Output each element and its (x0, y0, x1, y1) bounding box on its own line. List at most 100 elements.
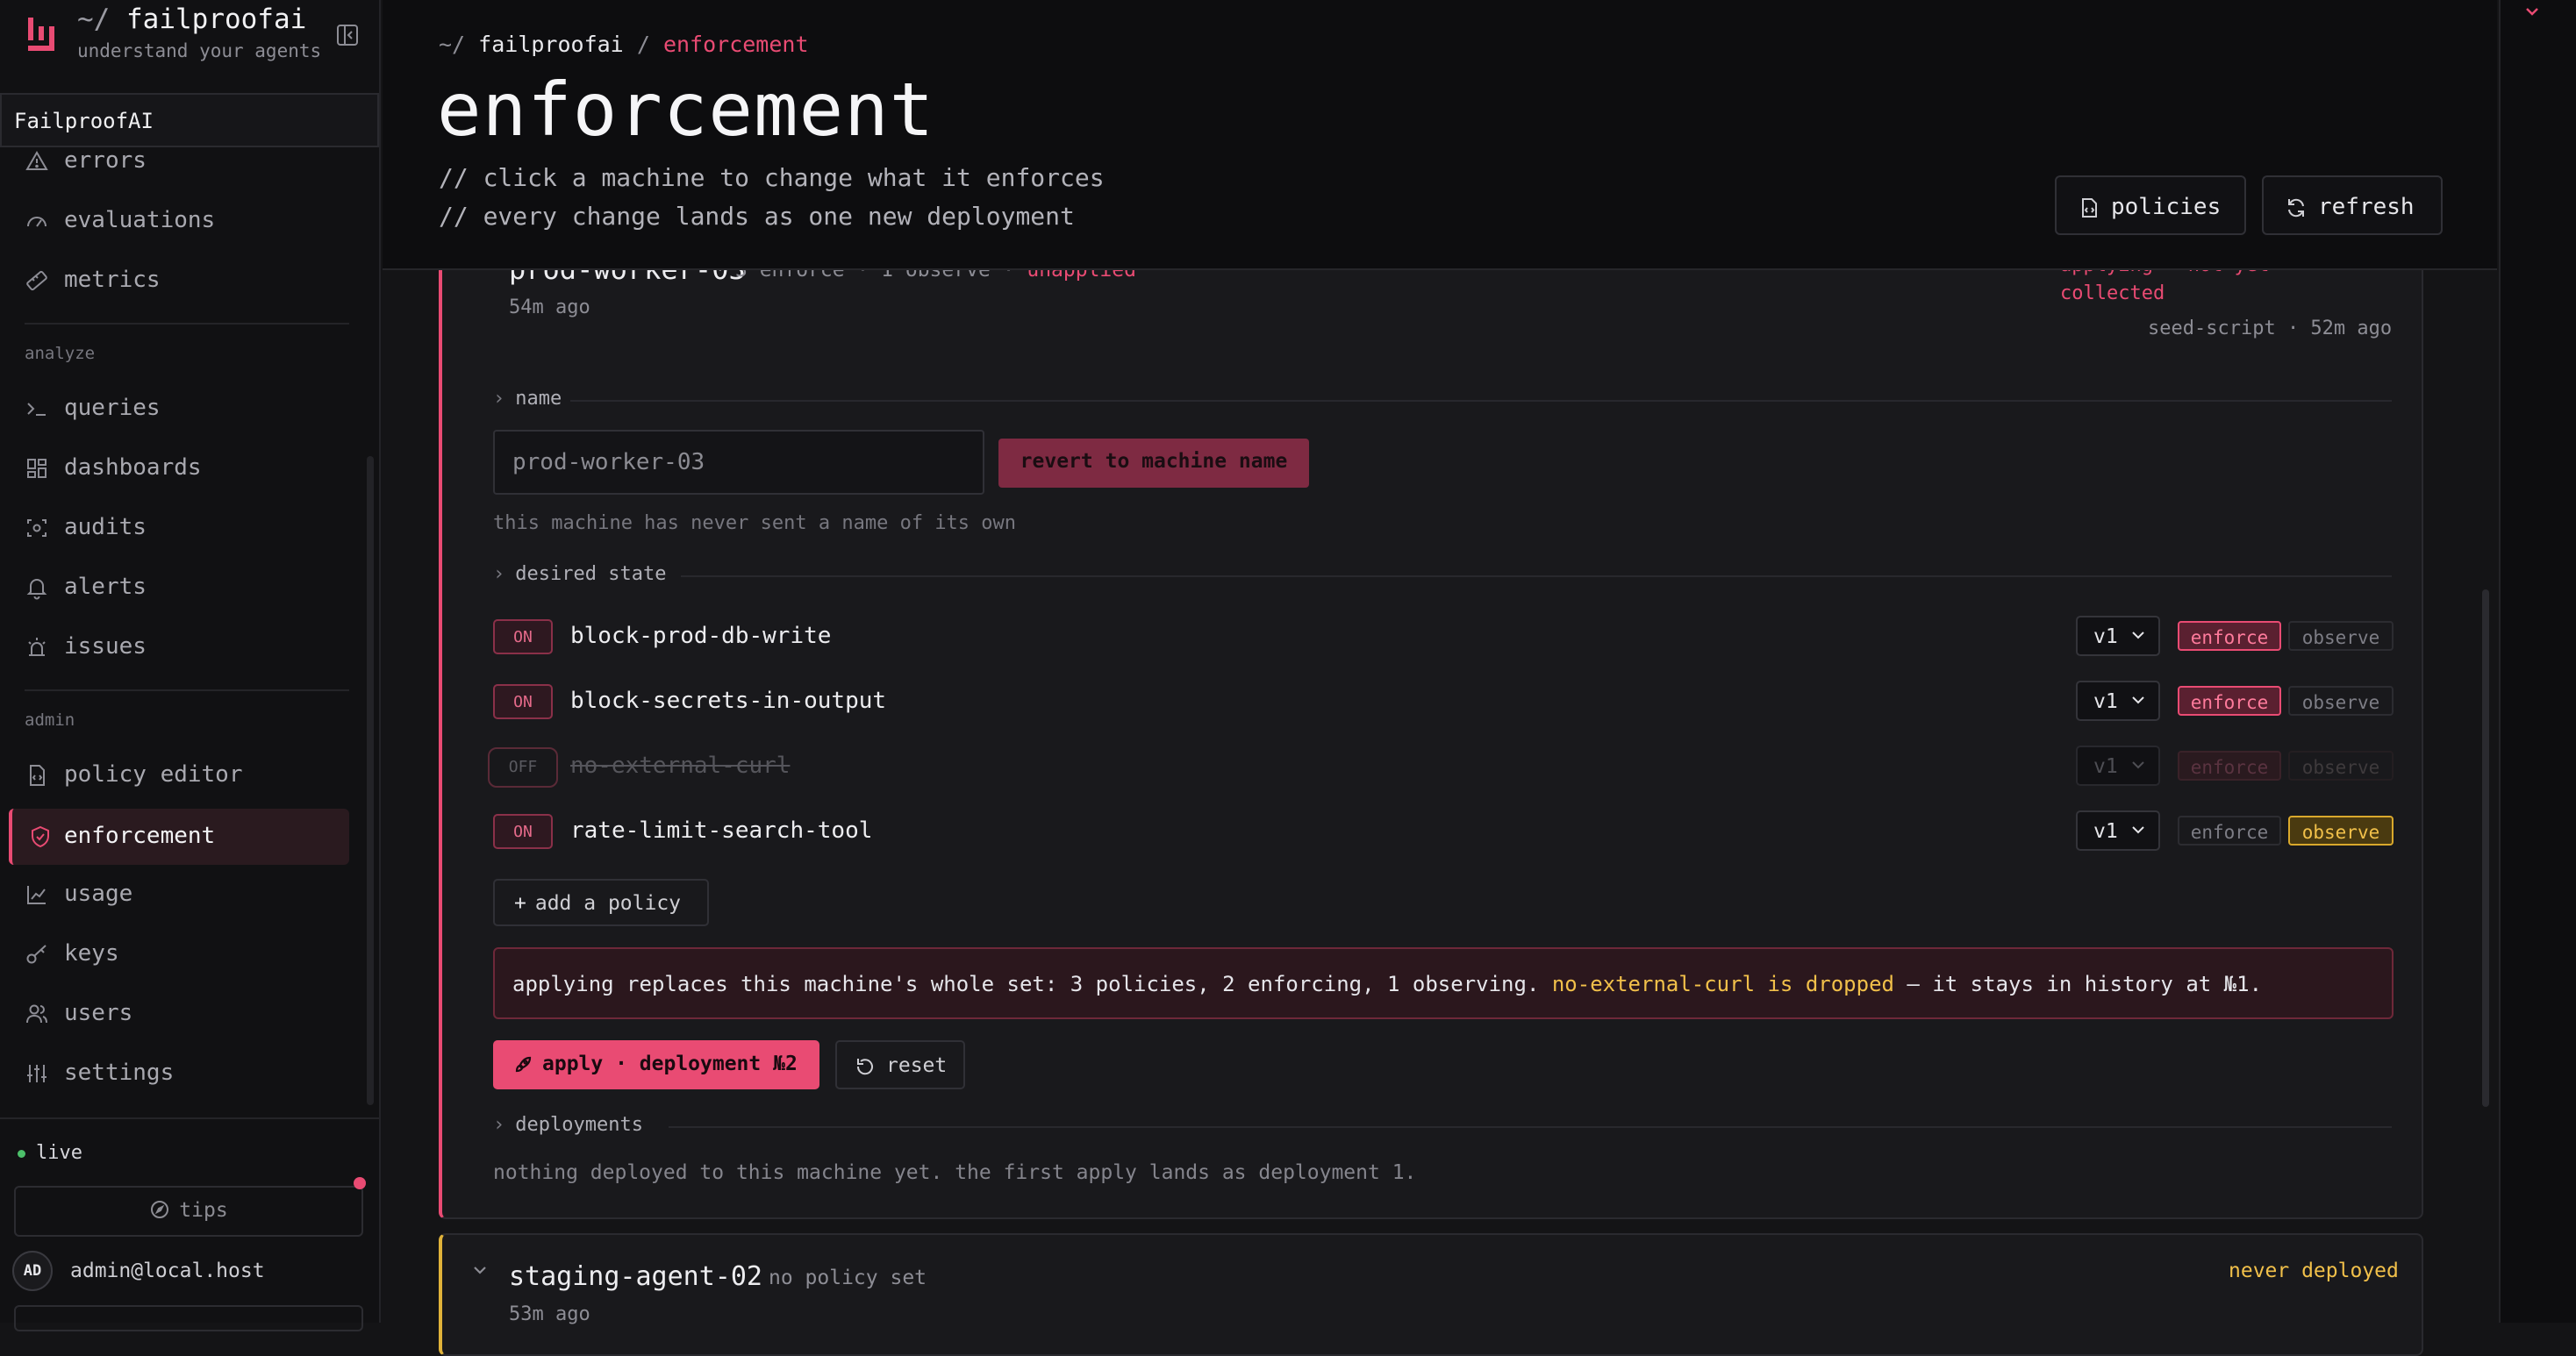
policies-button[interactable]: policies (2055, 175, 2246, 235)
nav-heading-analyze: analyze (25, 344, 96, 363)
nav-item-enforcement[interactable]: enforcement (9, 809, 349, 865)
chevron-down-icon[interactable] (2523, 5, 2541, 18)
section-label: desired state (515, 563, 667, 585)
machine-name[interactable]: staging-agent-02 (509, 1261, 762, 1292)
page-subtitle-2: // every change lands as one new deploym… (439, 202, 1075, 231)
nav-item-settings[interactable]: settings (0, 1047, 381, 1098)
plus-icon: + (514, 892, 526, 915)
main-scrollbar-thumb[interactable] (2482, 589, 2489, 1107)
apply-warning: applying replaces this machine's whole s… (493, 947, 2394, 1019)
nav-item-errors[interactable]: errors (0, 135, 381, 186)
compass-icon (149, 1199, 170, 1220)
ruler-icon (25, 268, 49, 293)
nav-label: alerts (64, 574, 147, 600)
nav-label: issues (64, 633, 147, 660)
version-value: v1 (2093, 690, 2118, 713)
machine-card[interactable] (439, 1233, 2423, 1356)
rocket-icon (512, 1054, 533, 1075)
policy-version-select[interactable]: v1 (2076, 810, 2160, 851)
policy-toggle[interactable]: ON (493, 619, 553, 654)
breadcrumb-current: enforcement (662, 32, 809, 57)
mode-observe-button[interactable]: observe (2288, 686, 2394, 716)
section-desired-state[interactable]: › desired state (493, 563, 2392, 589)
version-value: v1 (2093, 755, 2118, 778)
name-hint: this machine has never sent a name of it… (493, 512, 1017, 534)
policy-version-select[interactable]: v1 (2076, 616, 2160, 656)
brand-prefix: ~/ (77, 4, 111, 35)
nav-item-alerts[interactable]: alerts (0, 561, 381, 612)
nav-item-users[interactable]: users (0, 988, 381, 1038)
rotate-ccw-icon (855, 1056, 876, 1077)
nav-item-dashboards[interactable]: dashboards (0, 442, 381, 493)
nav-label: keys (64, 940, 119, 967)
mode-enforce-button[interactable]: enforce (2178, 751, 2281, 781)
nav-item-policy-editor[interactable]: policy editor (0, 749, 381, 800)
mode-enforce-button[interactable]: enforce (2178, 816, 2281, 846)
section-name[interactable]: › name (493, 388, 2392, 414)
nav-item-keys[interactable]: keys (0, 928, 381, 979)
chevron-down-icon (2130, 630, 2146, 640)
file-code-icon (2078, 196, 2100, 219)
file-code-icon (25, 763, 49, 788)
nav-label: enforcement (64, 823, 216, 849)
mode-observe-button[interactable]: observe (2288, 816, 2394, 846)
grid-icon (25, 456, 49, 481)
collapse-sidebar-icon[interactable] (335, 23, 360, 47)
chevron-right-icon: › (493, 1114, 505, 1136)
revert-name-button[interactable]: revert to machine name (998, 439, 1309, 488)
policy-toggle[interactable]: OFF (488, 747, 558, 788)
user-email[interactable]: admin@local.host (70, 1260, 265, 1282)
mode-observe-button[interactable]: observe (2288, 621, 2394, 651)
warning-highlight: no-external-curl is dropped (1551, 972, 1894, 996)
policy-toggle[interactable]: ON (493, 814, 553, 849)
nav-label: policy editor (64, 761, 243, 788)
avatar[interactable]: AD (12, 1251, 53, 1291)
section-deployments[interactable]: › deployments (493, 1114, 2392, 1140)
policy-version-select[interactable]: v1 (2076, 681, 2160, 721)
brand-title: failproofai (126, 4, 307, 35)
add-policy-button[interactable]: + add a policy (493, 879, 709, 926)
sidebar-bottom-control[interactable] (14, 1305, 363, 1331)
nav-item-issues[interactable]: issues (0, 621, 381, 672)
nav-label: metrics (64, 267, 161, 293)
brand-logo-icon[interactable] (26, 14, 56, 54)
section-rule (669, 1126, 2392, 1128)
chevron-right-icon: › (493, 563, 505, 585)
breadcrumb-root[interactable]: failproofai (478, 32, 624, 57)
refresh-button[interactable]: refresh (2262, 175, 2443, 235)
reset-label: reset (886, 1054, 948, 1077)
mode-observe-button[interactable]: observe (2288, 751, 2394, 781)
terminal-icon (25, 396, 49, 421)
sidebar: ~/ failproofai understand your agents Fa… (0, 0, 381, 1331)
nav-label: evaluations (64, 207, 216, 233)
tips-button[interactable]: tips (14, 1186, 363, 1237)
nav-item-usage[interactable]: usage (0, 868, 381, 919)
live-label: live (36, 1142, 82, 1164)
nav-item-evaluations[interactable]: evaluations (0, 195, 381, 246)
brand-name[interactable]: ~/ failproofai (77, 4, 306, 35)
mode-enforce-button[interactable]: enforce (2178, 686, 2281, 716)
warning-tail: — it stays in history at №1. (1893, 972, 2263, 996)
nav-item-queries[interactable]: queries (0, 382, 381, 433)
nav-label: dashboards (64, 454, 202, 481)
mode-enforce-button[interactable]: enforce (2178, 621, 2281, 651)
bell-icon (25, 575, 49, 600)
apply-deployment-button[interactable]: apply · deployment №2 (493, 1040, 819, 1089)
breadcrumb: ~/ failproofai / enforcement (439, 32, 809, 57)
nav-item-audits[interactable]: audits (0, 502, 381, 553)
nav-divider (25, 689, 349, 691)
chevron-down-icon[interactable] (470, 1263, 490, 1277)
nav-label: settings (64, 1060, 175, 1086)
machine-status-collected: collected (2060, 282, 2165, 304)
reset-button[interactable]: reset (835, 1040, 965, 1089)
policy-version-select[interactable]: v1 (2076, 746, 2160, 786)
chevron-down-icon (2130, 824, 2146, 835)
policy-toggle[interactable]: ON (493, 684, 553, 719)
nav-item-metrics[interactable]: metrics (0, 254, 381, 305)
machine-name-input[interactable]: prod-worker-03 (493, 430, 984, 495)
nav-label: errors (64, 147, 147, 174)
page-header: ~/ failproofai / enforcement enforcement… (383, 0, 2497, 270)
sidebar-scrollbar[interactable] (367, 456, 374, 1105)
machine-summary: no policy set (769, 1267, 927, 1289)
scan-icon (25, 516, 49, 540)
